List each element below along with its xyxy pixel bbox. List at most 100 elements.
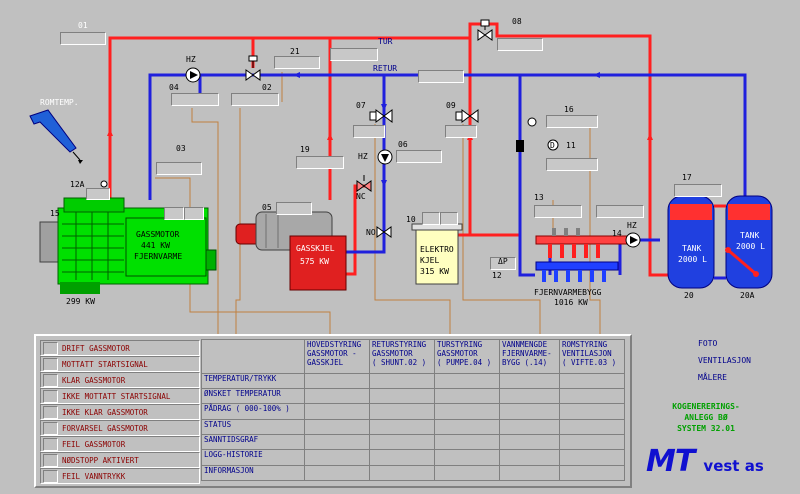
- readout-15a: [164, 207, 184, 220]
- alarm-row: NØDSTOPP AKTIVERT: [40, 452, 200, 468]
- grid-cell[interactable]: [498, 403, 560, 420]
- grid-cell[interactable]: [304, 418, 370, 436]
- grid-cell[interactable]: [558, 434, 626, 451]
- column-header-line: ( VIFTE.03 ): [561, 358, 617, 367]
- grid-cell[interactable]: [498, 449, 560, 466]
- grid-cell[interactable]: [558, 403, 626, 420]
- grid-cell[interactable]: [498, 388, 560, 405]
- grid-cell[interactable]: [304, 449, 370, 466]
- grid-row-label[interactable]: TEMPERATUR/TRYKK: [201, 372, 305, 390]
- grid-cell[interactable]: [304, 372, 370, 390]
- readout-08: [497, 38, 543, 51]
- grid-cell[interactable]: [304, 388, 370, 405]
- label-02: 02: [262, 83, 272, 92]
- alarm-row: DRIFT GASSMOTOR: [40, 340, 200, 356]
- label-hz-06: HZ: [358, 152, 368, 161]
- boiler-power: 575 KW: [300, 257, 329, 266]
- alarm-label: FEIL VANNTRYKK: [62, 472, 126, 481]
- grid-cell[interactable]: [558, 372, 626, 390]
- plant-title-line2: ANLEGG BØ: [684, 413, 728, 422]
- grid-cell[interactable]: [368, 449, 435, 466]
- grid-cell[interactable]: [433, 464, 500, 482]
- grid-cell[interactable]: [433, 388, 500, 405]
- alarm-row: IKKE MOTTATT STARTSIGNAL: [40, 388, 200, 404]
- label-04: 04: [169, 83, 179, 92]
- label-20a: 20A: [740, 291, 755, 300]
- grid-cell[interactable]: [558, 449, 626, 466]
- label-17: 17: [682, 173, 692, 182]
- pump-04[interactable]: [185, 67, 201, 83]
- grid-cell[interactable]: [368, 434, 435, 451]
- grid-cell[interactable]: [368, 418, 435, 436]
- elboiler-power: 315 KW: [420, 267, 449, 276]
- label-tur: TUR: [378, 37, 393, 46]
- grid-cell[interactable]: [433, 418, 500, 436]
- grid-cell[interactable]: [368, 372, 435, 390]
- col-returstyring: RETURSTYRING GASSMOTOR( SHUNT.02 ): [368, 339, 435, 374]
- label-11: 11: [566, 141, 576, 150]
- grid-cell[interactable]: [368, 464, 435, 482]
- grid-row-label[interactable]: ØNSKET TEMPERATUR: [201, 388, 305, 405]
- column-header-line: GASSMOTOR: [371, 349, 413, 358]
- readout-retur: [418, 70, 464, 83]
- readout-05: [276, 202, 312, 215]
- grid-cell[interactable]: [433, 403, 500, 420]
- grid-cell[interactable]: [558, 418, 626, 436]
- label-16: 16: [564, 105, 574, 114]
- grid-cell[interactable]: [498, 418, 560, 436]
- grid-cell[interactable]: [558, 464, 626, 482]
- grid-cell[interactable]: [498, 464, 560, 482]
- grid-cell[interactable]: [304, 434, 370, 451]
- readout-16: [546, 115, 598, 128]
- grid-row: PÅDRAG ( 000-100% ): [201, 403, 626, 420]
- label-12: 12: [492, 271, 502, 280]
- engine-el-power: 299 KW: [66, 297, 95, 306]
- valve-09[interactable]: [455, 109, 479, 123]
- readout-10b: [440, 212, 458, 225]
- grid-cell[interactable]: [433, 449, 500, 466]
- grid-cell[interactable]: [304, 464, 370, 482]
- valve-nc[interactable]: [356, 175, 372, 192]
- grid-cell[interactable]: [433, 434, 500, 451]
- readout-21: [274, 56, 320, 69]
- grid-row-label[interactable]: STATUS: [201, 418, 305, 436]
- grid-cell[interactable]: [498, 372, 560, 390]
- valve-07[interactable]: [369, 109, 393, 123]
- readout-02: [231, 93, 279, 106]
- grid-cell[interactable]: [433, 372, 500, 390]
- function-grid: HOVEDSTYRING GASSMOTOR - GASSKJEL RETURSTY…: [201, 339, 626, 482]
- elboiler-line2: KJEL: [420, 256, 440, 265]
- alarm-indicator: [43, 454, 58, 467]
- pump-14[interactable]: [625, 232, 641, 248]
- column-header-line: VENTILASJON: [561, 349, 612, 358]
- engine-fjernvarme: FJERNVARME: [134, 252, 183, 261]
- manifold-name: FJERNVARMEBYGG: [534, 288, 602, 297]
- pump-06[interactable]: [377, 149, 393, 165]
- alarm-label: NØDSTOPP AKTIVERT: [62, 456, 139, 465]
- link-ventilasjon[interactable]: VENTILASJON: [698, 356, 751, 365]
- grid-row-label[interactable]: PÅDRAG ( 000-100% ): [201, 403, 305, 420]
- label-07: 07: [356, 101, 366, 110]
- grid-cell[interactable]: [368, 388, 435, 405]
- column-header-line: BYGG (.14): [501, 358, 548, 367]
- label-nc: NC: [356, 192, 366, 201]
- alarm-row: MOTTATT STARTSIGNAL: [40, 356, 200, 372]
- plant-title-line1: KOGENERERINGS-: [672, 402, 740, 411]
- grid-row-label[interactable]: LOGG-HISTORIE: [201, 449, 305, 466]
- grid-row-label[interactable]: INFORMASJON: [201, 464, 305, 482]
- grid-row: TEMPERATUR/TRYKK: [201, 372, 626, 390]
- readout-01: [60, 32, 106, 45]
- grid-cell[interactable]: [368, 403, 435, 420]
- link-malere[interactable]: MÅLERE: [698, 373, 727, 382]
- grid-cell[interactable]: [558, 388, 626, 405]
- col-turstyring: TURSTYRING GASSMOTOR( PUMPE.04 ): [433, 339, 500, 374]
- grid-row-label[interactable]: SANNTIDSGRAF: [201, 434, 305, 451]
- grid-cell[interactable]: [498, 434, 560, 451]
- grid-row: LOGG-HISTORIE: [201, 449, 626, 466]
- grid-cell[interactable]: [304, 403, 370, 420]
- logo-vest: vest as: [703, 457, 764, 475]
- tank-20: [667, 195, 715, 289]
- link-foto[interactable]: FOTO: [698, 339, 717, 348]
- alarm-label: MOTTATT STARTSIGNAL: [62, 360, 148, 369]
- manifold-power: 1016 KW: [554, 298, 588, 307]
